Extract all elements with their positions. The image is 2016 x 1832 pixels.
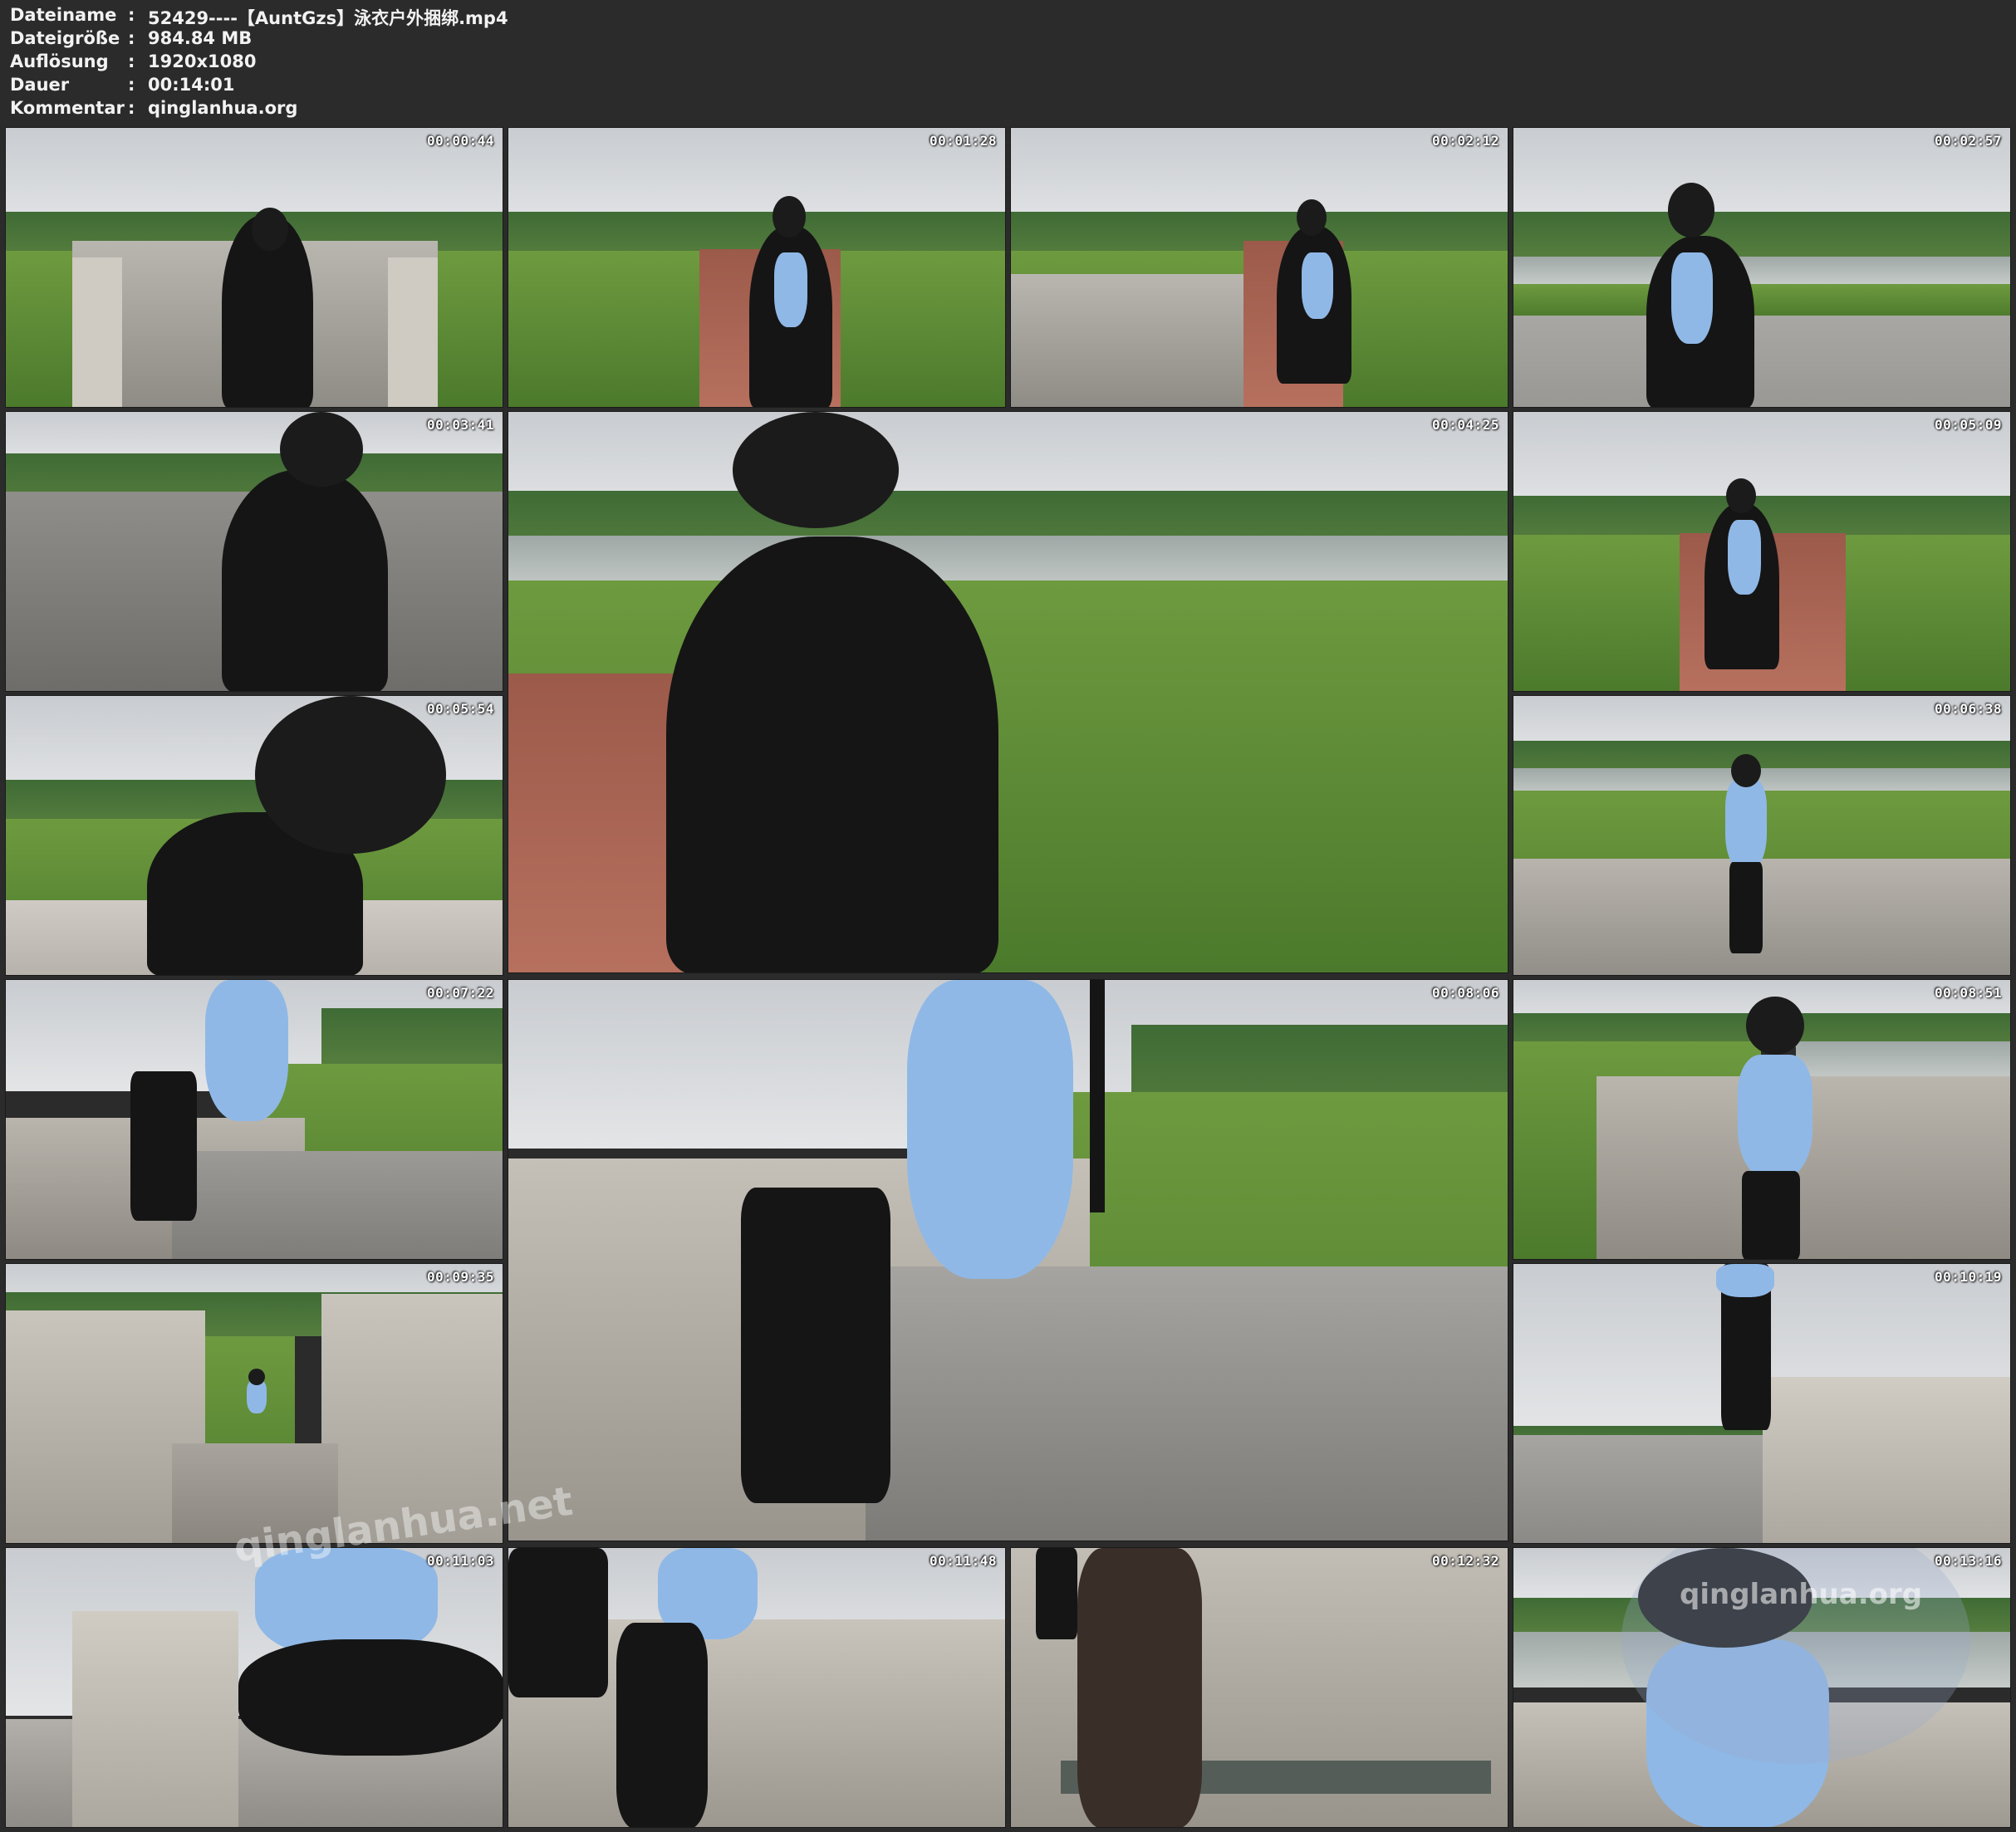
- thumbnail-image: [1513, 412, 2010, 691]
- thumbnail-11[interactable]: 00:08:06: [508, 979, 1508, 1541]
- thumbnail-15[interactable]: 00:11:03: [5, 1547, 503, 1828]
- thumbnail-image: [1513, 696, 2010, 975]
- thumbnail-image: [508, 412, 1508, 972]
- info-value: 00:14:01: [148, 75, 235, 95]
- thumbnail-image: [1513, 128, 2010, 407]
- thumbnail-18[interactable]: 00:13:16 qinglanhua.org: [1513, 1547, 2011, 1828]
- thumbnail-image: [1513, 1264, 2010, 1543]
- thumbnail-timestamp: 00:02:57: [1934, 133, 2002, 149]
- thumbnail-4[interactable]: 00:02:57: [1513, 127, 2011, 408]
- thumbnail-3[interactable]: 00:02:12: [1010, 127, 1508, 408]
- info-separator: :: [128, 28, 135, 48]
- thumbnail-6[interactable]: 00:04:25: [508, 411, 1508, 973]
- thumbnail-timestamp: 00:05:54: [426, 701, 494, 717]
- info-separator: :: [128, 5, 135, 25]
- thumbnail-image: [1011, 1548, 1508, 1827]
- thumbnail-image: [6, 412, 503, 691]
- thumbnail-12[interactable]: 00:08:51: [1513, 979, 2011, 1260]
- thumbnail-image: [508, 980, 1508, 1541]
- info-value: 1920x1080: [148, 51, 257, 71]
- thumbnail-7[interactable]: 00:05:09: [1513, 411, 2011, 692]
- thumbnail-timestamp: 00:05:09: [1934, 417, 2002, 433]
- thumbnail-timestamp: 00:03:41: [426, 417, 494, 433]
- thumbnail-timestamp: 00:11:48: [929, 1553, 997, 1569]
- thumbnail-timestamp: 00:08:06: [1431, 985, 1499, 1001]
- info-label: Dauer: [10, 75, 70, 95]
- thumbnail-timestamp: 00:13:16: [1934, 1553, 2002, 1569]
- thumbnail-2[interactable]: 00:01:28: [508, 127, 1006, 408]
- thumbnail-5[interactable]: 00:03:41: [5, 411, 503, 692]
- thumbnail-timestamp: 00:01:28: [929, 133, 997, 149]
- info-value: 984.84 MB: [148, 28, 253, 48]
- thumbnail-image: [6, 696, 503, 975]
- thumbnail-9[interactable]: 00:06:38: [1513, 695, 2011, 976]
- thumbnail-16[interactable]: 00:11:48: [508, 1547, 1006, 1828]
- info-value: 52429----【AuntGzs】泳衣户外捆绑.mp4: [148, 8, 508, 28]
- thumbnail-timestamp: 00:02:12: [1431, 133, 1499, 149]
- info-label: Dateiname: [10, 5, 117, 25]
- thumbnail-timestamp: 00:10:19: [1934, 1269, 2002, 1285]
- info-separator: :: [128, 51, 135, 71]
- info-separator: :: [128, 98, 135, 118]
- info-label: Dateigröße: [10, 28, 120, 48]
- thumbnail-image: [6, 1548, 503, 1827]
- thumbnail-timestamp: 00:07:22: [426, 985, 494, 1001]
- thumbnail-image: [6, 980, 503, 1259]
- thumbnail-10[interactable]: 00:07:22: [5, 979, 503, 1260]
- thumbnail-image: [508, 1548, 1005, 1827]
- thumbnail-14[interactable]: 00:10:19: [1513, 1263, 2011, 1544]
- info-value: qinglanhua.org: [148, 98, 298, 118]
- thumbnail-timestamp: 00:04:25: [1431, 417, 1499, 433]
- thumbnail-1[interactable]: 00:00:44: [5, 127, 503, 408]
- thumbnail-timestamp: 00:08:51: [1934, 985, 2002, 1001]
- thumbnail-timestamp: 00:12:32: [1431, 1553, 1499, 1569]
- corner-watermark: qinglanhua.org: [1680, 1578, 1923, 1611]
- thumbnail-timestamp: 00:09:35: [426, 1269, 494, 1285]
- thumbnail-8[interactable]: 00:05:54: [5, 695, 503, 976]
- thumbnail-image: [1513, 980, 2010, 1259]
- info-separator: :: [128, 75, 135, 95]
- thumbnail-image: [1011, 128, 1508, 407]
- file-info-header: Dateiname : 52429----【AuntGzs】泳衣户外捆绑.mp4…: [0, 0, 2016, 126]
- thumbnail-timestamp: 00:06:38: [1934, 701, 2002, 717]
- thumbnail-image: [508, 128, 1005, 407]
- thumbnail-timestamp: 00:00:44: [426, 133, 494, 149]
- info-label: Kommentar: [10, 98, 125, 118]
- thumbnail-timestamp: 00:11:03: [426, 1553, 494, 1569]
- thumbnail-17[interactable]: 00:12:32: [1010, 1547, 1508, 1828]
- info-label: Auflösung: [10, 51, 109, 71]
- thumbnail-image: [6, 128, 503, 407]
